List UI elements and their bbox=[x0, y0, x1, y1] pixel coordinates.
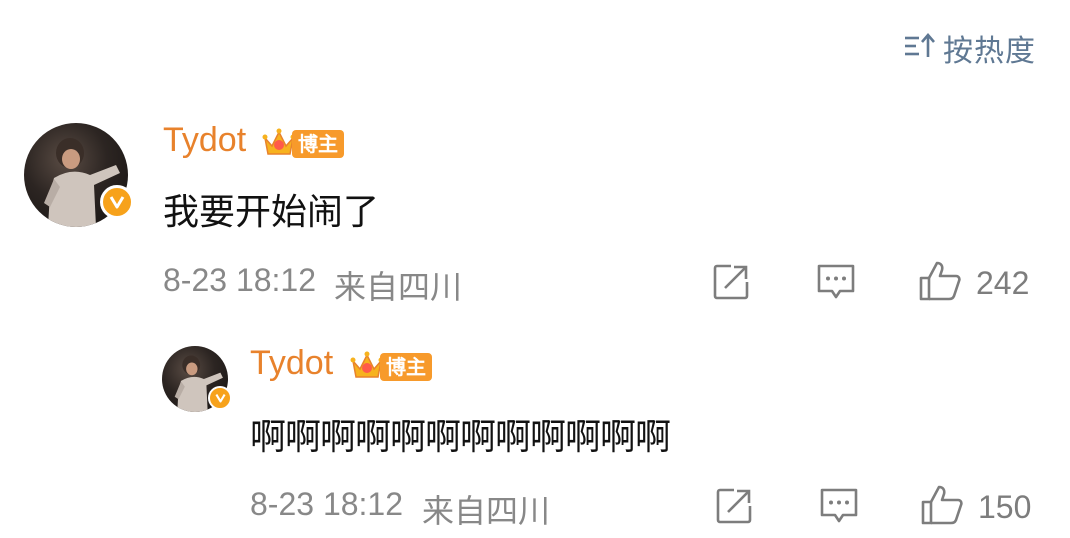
verified-badge-icon bbox=[100, 185, 134, 219]
reply-text: 啊啊啊啊啊啊啊啊啊啊啊啊 bbox=[250, 417, 671, 458]
like-count: 242 bbox=[976, 264, 1030, 301]
sort-label: 按热度 bbox=[943, 34, 1036, 69]
sort-icon bbox=[903, 31, 937, 65]
comment-button[interactable] bbox=[816, 263, 856, 305]
repost-button[interactable] bbox=[714, 486, 754, 530]
repost-icon bbox=[711, 262, 751, 306]
crown-icon bbox=[350, 349, 384, 385]
comment-icon bbox=[819, 487, 859, 529]
comment-username[interactable]: Tydot bbox=[163, 121, 246, 160]
author-badge-label: 博主 bbox=[292, 130, 344, 158]
repost-icon bbox=[714, 486, 754, 530]
verified-badge-icon bbox=[208, 386, 232, 410]
like-button[interactable]: 150 bbox=[920, 484, 1031, 530]
like-icon bbox=[918, 260, 962, 306]
comment-location: 来自四川 bbox=[334, 269, 463, 305]
avatar[interactable] bbox=[162, 346, 232, 412]
avatar[interactable] bbox=[24, 123, 134, 227]
comment-text: 我要开始闹了 bbox=[163, 192, 380, 233]
like-button[interactable]: 242 bbox=[918, 260, 1029, 306]
author-badge: 博主 bbox=[262, 126, 344, 162]
reply-username[interactable]: Tydot bbox=[250, 344, 333, 383]
crown-icon bbox=[262, 126, 296, 162]
reply-location: 来自四川 bbox=[422, 493, 551, 529]
reply-timestamp: 8-23 18:12 bbox=[250, 486, 404, 522]
comment-button[interactable] bbox=[819, 487, 859, 529]
like-count: 150 bbox=[978, 488, 1032, 525]
author-badge-label: 博主 bbox=[380, 353, 432, 381]
comment-timestamp: 8-23 18:12 bbox=[163, 262, 317, 298]
like-icon bbox=[920, 484, 964, 530]
repost-button[interactable] bbox=[711, 262, 751, 306]
sort-by-hot-toggle[interactable]: 按热度 bbox=[903, 26, 1036, 70]
author-badge: 博主 bbox=[350, 349, 432, 385]
comment-icon bbox=[816, 263, 856, 305]
